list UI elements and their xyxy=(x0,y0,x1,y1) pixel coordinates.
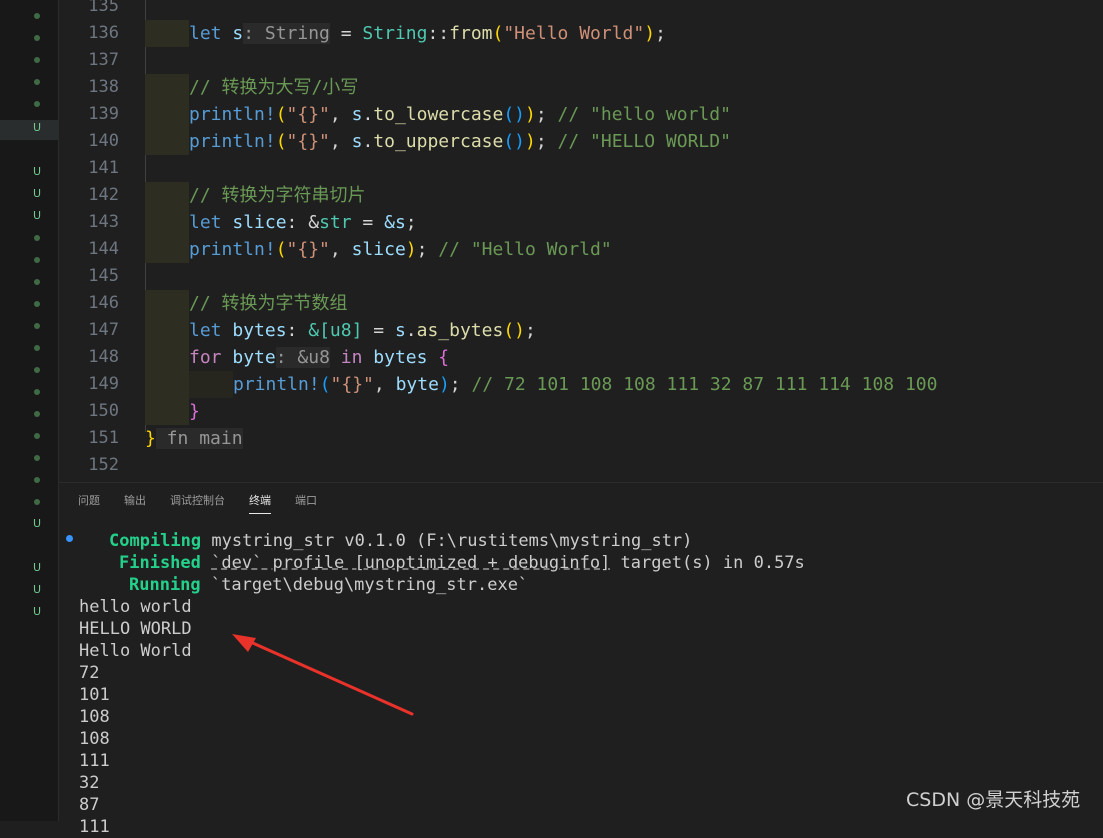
watermark: CSDN @景天科技苑 xyxy=(906,789,1081,811)
annotation-arrow-icon xyxy=(232,634,414,716)
